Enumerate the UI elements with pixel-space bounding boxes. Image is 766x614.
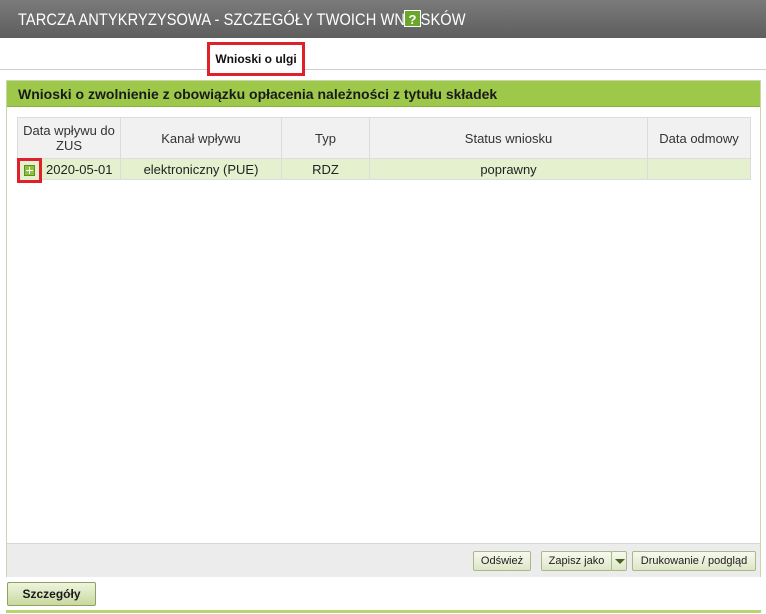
chevron-down-icon — [615, 559, 625, 564]
column-header-status[interactable]: Status wniosku — [369, 117, 648, 159]
tab-wnioski-o-ulgi[interactable]: Wnioski o ulgi — [207, 42, 305, 76]
column-header-channel[interactable]: Kanał wpływu — [120, 117, 282, 159]
cell-type: RDZ — [281, 158, 370, 180]
requests-panel: Wnioski o zwolnienie z obowiązku opłacen… — [6, 80, 761, 577]
cell-channel: elektroniczny (PUE) — [120, 158, 282, 180]
column-header-type[interactable]: Typ — [281, 117, 370, 159]
requests-table: Data wpływu do ZUS Kanał wpływu Typ Stat… — [17, 117, 751, 183]
details-button[interactable]: Szczegóły — [7, 582, 96, 606]
print-preview-button[interactable]: Drukowanie / podgląd — [632, 551, 756, 571]
title-bar: TARCZA ANTYKRYZYSOWA - SZCZEGÓŁY TWOICH … — [0, 0, 766, 38]
cell-status: poprawny — [369, 158, 648, 180]
help-icon[interactable]: ? — [404, 10, 421, 27]
bottom-accent-line — [6, 610, 761, 613]
tab-strip: Wnioski o ulgi — [0, 38, 766, 80]
column-header-refusal-date[interactable]: Data odmowy — [647, 117, 751, 159]
tab-baseline — [0, 69, 766, 70]
save-as-dropdown-button[interactable] — [611, 551, 627, 571]
table-row[interactable]: 2020-05-01 elektroniczny (PUE) RDZ popra… — [17, 158, 751, 183]
column-header-date[interactable]: Data wpływu do ZUS — [17, 117, 121, 159]
panel-header: Wnioski o zwolnienie z obowiązku opłacen… — [7, 81, 760, 107]
refresh-button[interactable]: Odśwież — [473, 551, 531, 571]
save-as-button[interactable]: Zapisz jako — [541, 551, 612, 571]
panel-title: Wnioski o zwolnienie z obowiązku opłacen… — [18, 86, 498, 102]
table-toolbar: Odśwież Zapisz jako Drukowanie / podgląd — [7, 543, 760, 577]
expand-plus-icon — [24, 165, 35, 176]
cell-refusal-date — [647, 158, 751, 180]
expand-row-button[interactable] — [17, 158, 42, 183]
cell-date: 2020-05-01 — [17, 158, 121, 183]
bottom-bar: Szczegóły — [0, 578, 766, 614]
table-header-row: Data wpływu do ZUS Kanał wpływu Typ Stat… — [17, 117, 751, 159]
window-title: TARCZA ANTYKRYZYSOWA - SZCZEGÓŁY TWOICH … — [18, 10, 466, 29]
